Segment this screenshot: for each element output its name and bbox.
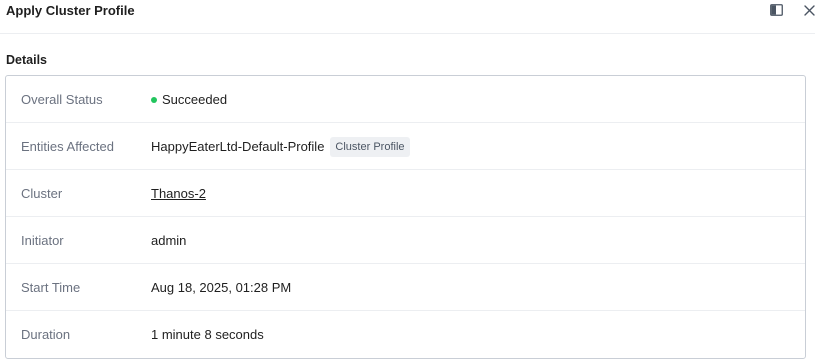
detail-row-start-time: Start Time Aug 18, 2025, 01:28 PM [6, 264, 805, 311]
entity-name: HappyEaterLtd-Default-Profile [151, 139, 325, 154]
panel-toggle-button[interactable] [768, 2, 784, 18]
close-button[interactable] [801, 2, 815, 18]
detail-row-entities-affected: Entities Affected HappyEaterLtd-Default-… [6, 123, 805, 170]
detail-label: Initiator [21, 233, 64, 248]
detail-value: 1 minute 8 seconds [151, 327, 264, 342]
details-section-title: Details [6, 53, 47, 67]
detail-row-overall-status: Overall Status Succeeded [6, 76, 805, 123]
detail-value: Thanos-2 [151, 170, 206, 217]
detail-value: Succeeded [151, 76, 227, 123]
detail-row-initiator: Initiator admin [6, 217, 805, 264]
page-title: Apply Cluster Profile [6, 3, 135, 18]
detail-label: Cluster [21, 186, 63, 201]
detail-value: HappyEaterLtd-Default-Profile Cluster Pr… [151, 123, 410, 170]
detail-value: admin [151, 233, 187, 248]
status-dot-icon [151, 96, 157, 103]
cluster-link[interactable]: Thanos-2 [151, 186, 206, 201]
detail-row-duration: Duration 1 minute 8 seconds [6, 311, 805, 358]
detail-label: Overall Status [21, 92, 103, 107]
detail-label: Entities Affected [21, 139, 114, 154]
detail-label: Start Time [21, 280, 81, 295]
detail-row-cluster: Cluster Thanos-2 [6, 170, 805, 217]
status-text: Succeeded [162, 92, 228, 107]
details-card: Overall Status Succeeded Entities Affect… [5, 75, 806, 359]
close-icon [803, 4, 815, 16]
drawer-header: Apply Cluster Profile [0, 0, 815, 34]
panel-toggle-icon [769, 4, 783, 16]
detail-label: Duration [21, 327, 71, 342]
entity-type-badge: Cluster Profile [330, 136, 410, 157]
detail-value: Aug 18, 2025, 01:28 PM [151, 280, 292, 295]
